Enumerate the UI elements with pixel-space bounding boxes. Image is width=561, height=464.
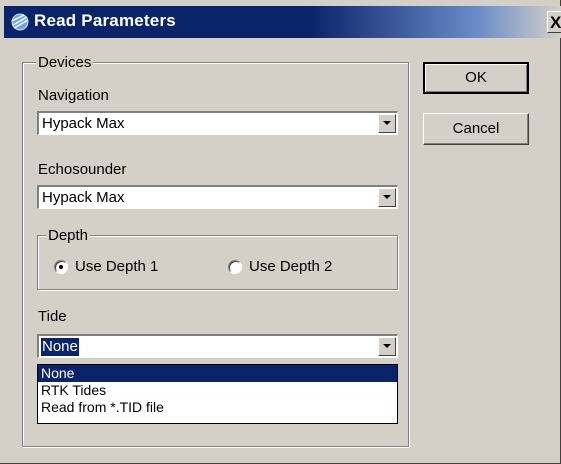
navigation-label: Navigation: [38, 87, 109, 104]
chevron-down-icon[interactable]: [378, 114, 396, 133]
use-depth-2-label: Use Depth 2: [249, 258, 333, 275]
echosounder-select[interactable]: Hypack Max: [37, 185, 398, 209]
cancel-button[interactable]: Cancel: [423, 113, 529, 145]
use-depth-2-radio[interactable]: Use Depth 2: [228, 258, 378, 278]
tide-select-value: None: [41, 338, 79, 356]
tide-option-rtk-tides[interactable]: RTK Tides: [38, 382, 397, 399]
close-button[interactable]: X: [547, 11, 561, 33]
app-globe-icon: [11, 13, 29, 31]
radio-checked-icon[interactable]: [54, 260, 68, 274]
navigation-select-value: Hypack Max: [42, 115, 125, 132]
tide-dropdown-list: None RTK Tides Read from *.TID file: [37, 364, 398, 424]
echosounder-select-value: Hypack Max: [42, 189, 125, 206]
window-title: Read Parameters: [34, 11, 176, 30]
ok-button[interactable]: OK: [423, 62, 529, 94]
tide-option-none[interactable]: None: [38, 365, 397, 382]
radio-unchecked-icon[interactable]: [228, 260, 242, 274]
use-depth-1-radio[interactable]: Use Depth 1: [54, 258, 204, 278]
chevron-down-icon[interactable]: [378, 188, 396, 207]
tide-select[interactable]: None: [37, 334, 398, 358]
echosounder-label: Echosounder: [38, 161, 127, 178]
navigation-select[interactable]: Hypack Max: [37, 111, 398, 135]
use-depth-1-label: Use Depth 1: [75, 258, 159, 275]
tide-label: Tide: [38, 308, 67, 325]
chevron-down-icon[interactable]: [378, 337, 396, 356]
title-bar[interactable]: Read Parameters X: [4, 6, 561, 38]
devices-group-legend: Devices: [36, 54, 94, 71]
depth-group-legend: Depth: [46, 227, 91, 244]
read-parameters-dialog: Read Parameters X Devices Navigation Hyp…: [0, 0, 561, 464]
tide-option-read-tid-file[interactable]: Read from *.TID file: [38, 399, 397, 416]
